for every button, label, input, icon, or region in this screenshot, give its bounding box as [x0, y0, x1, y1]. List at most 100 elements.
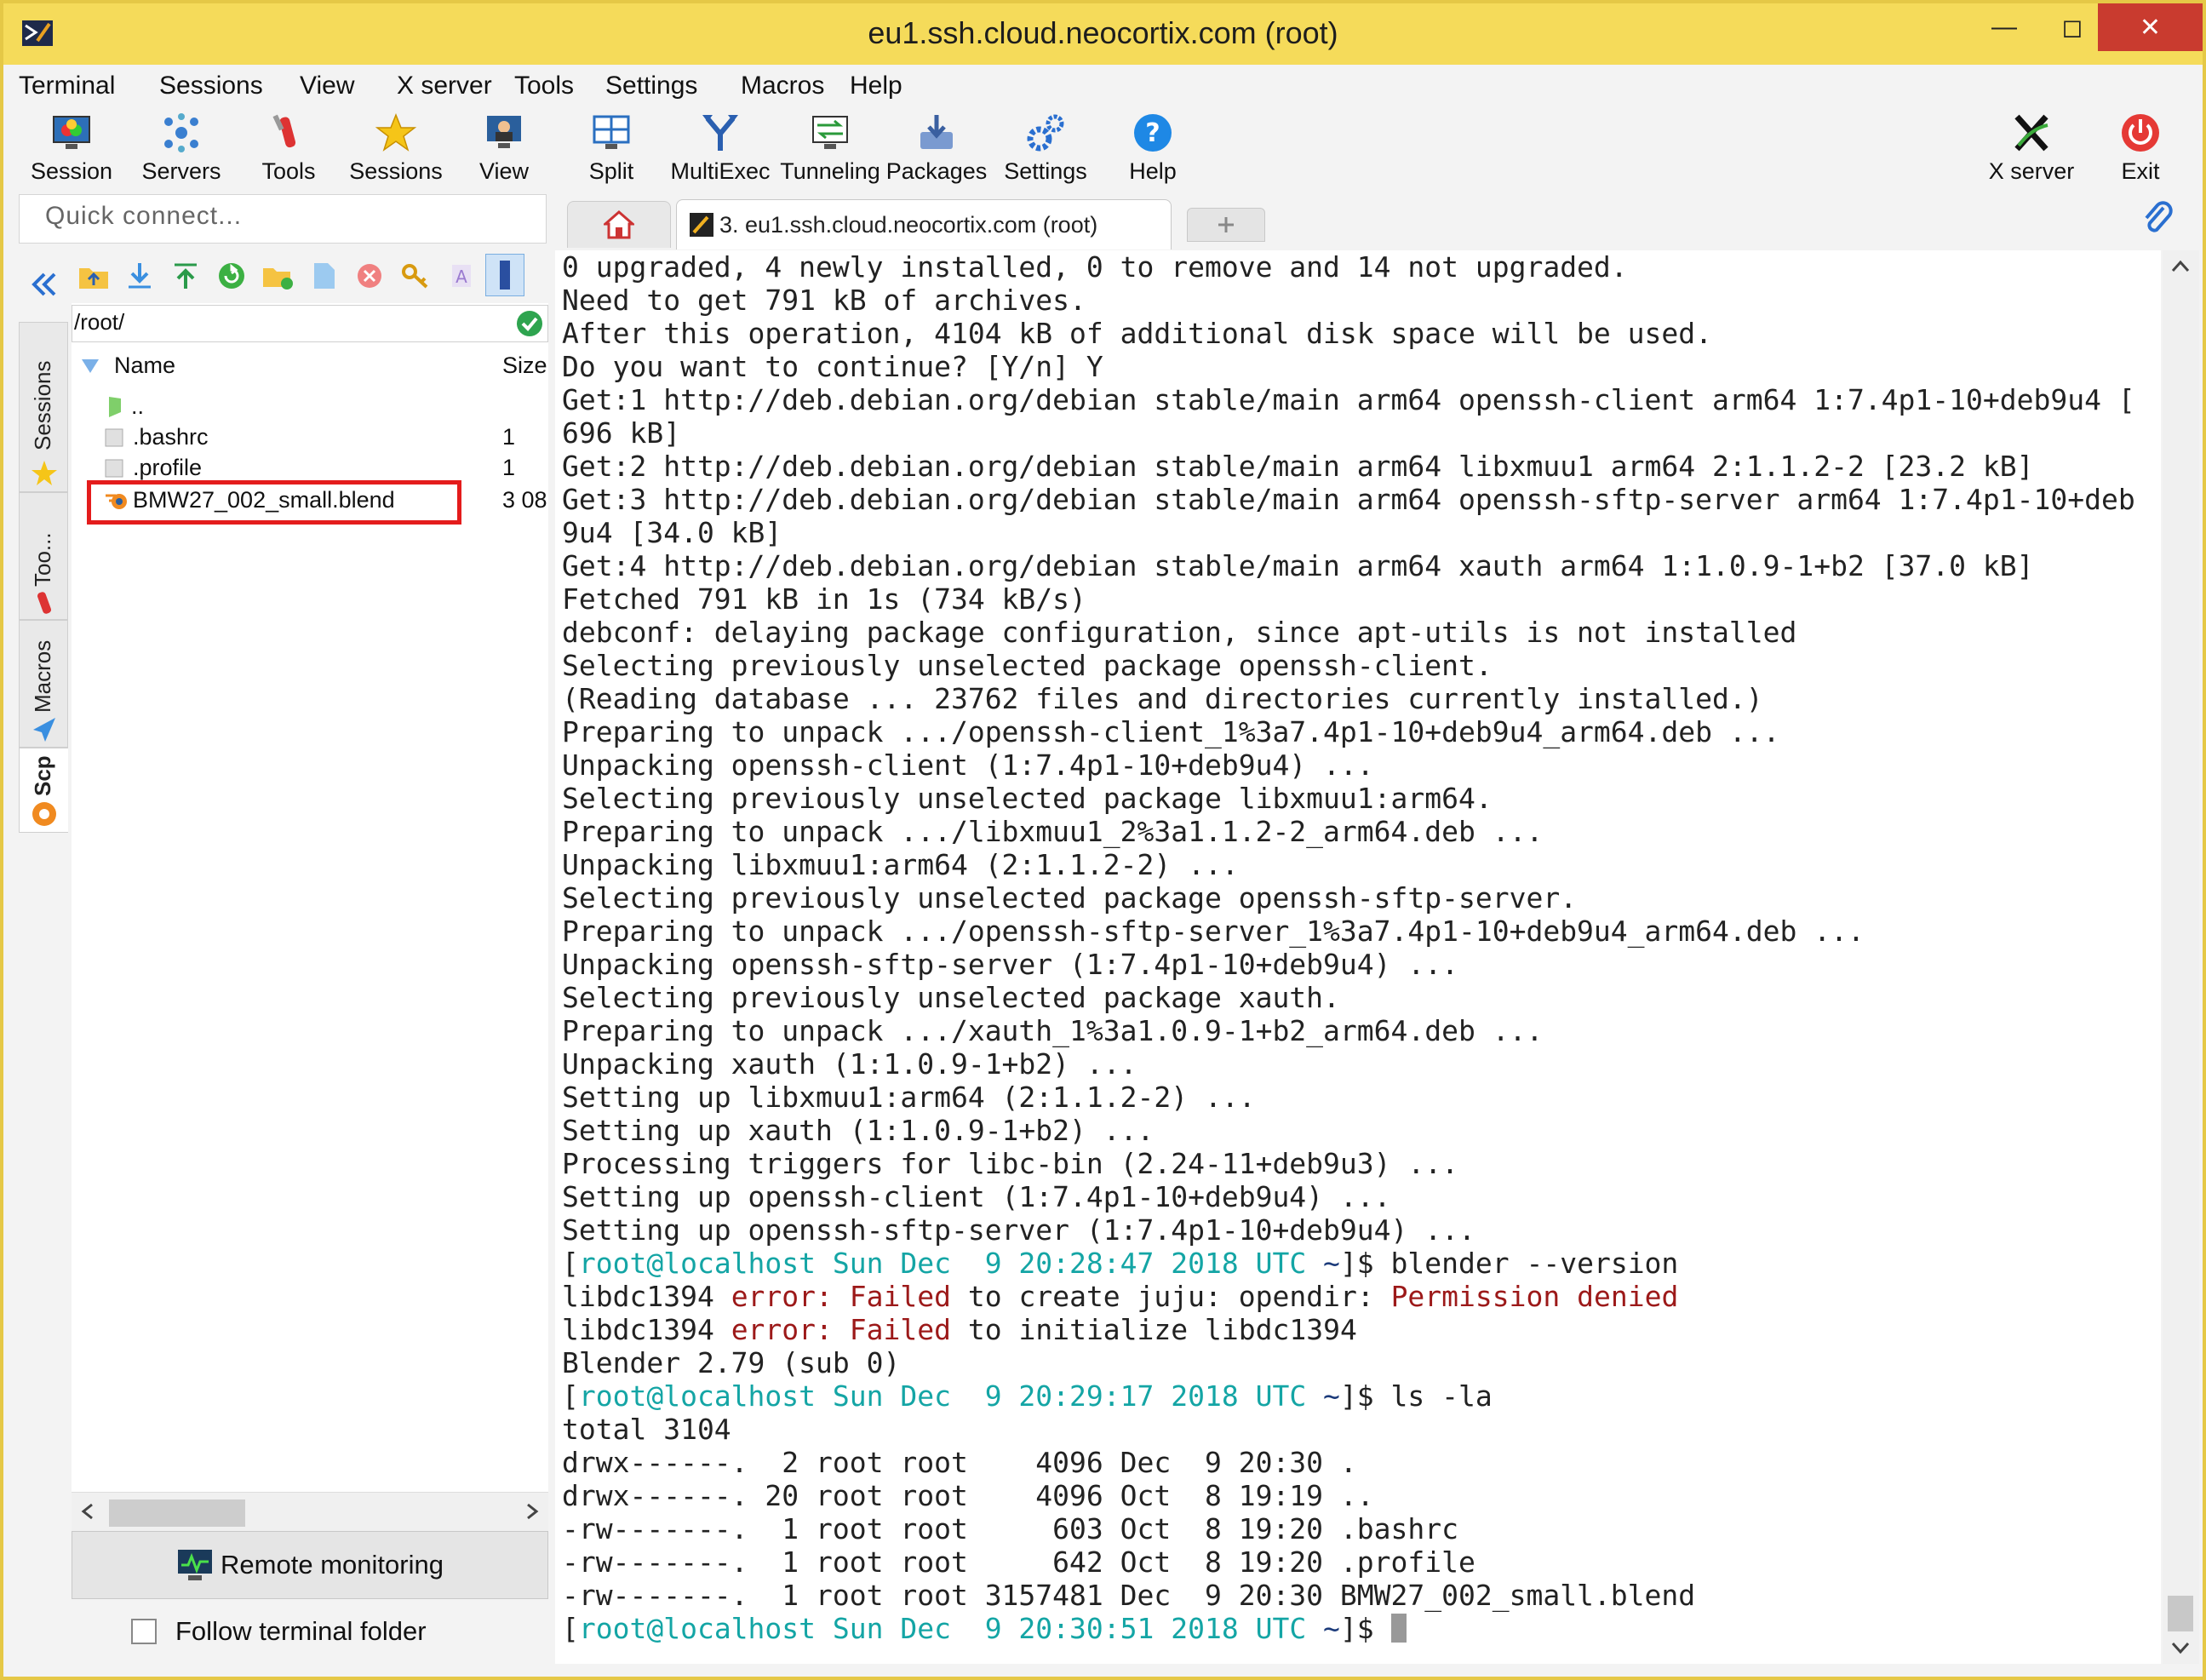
sidebar-tab-sessions[interactable]: Sessions [19, 322, 68, 492]
session-label: Session [30, 158, 113, 184]
terminal-line: [root@localhost Sun Dec 9 20:30:51 2018 … [562, 1612, 1407, 1645]
new-file-button[interactable] [305, 257, 342, 295]
file-row-profile[interactable]: .profile 1 [72, 453, 548, 484]
terminal-text: ]$ [1339, 1612, 1391, 1645]
menu-settings[interactable]: Settings [605, 72, 697, 100]
menu-help[interactable]: Help [850, 72, 902, 100]
settings-button[interactable]: Settings [1001, 106, 1090, 191]
maximize-button[interactable]: ◻ [2038, 3, 2106, 51]
sidebar-tab-macros[interactable]: Macros [19, 620, 68, 748]
file-row-parent[interactable]: .. [72, 392, 548, 422]
minimize-button[interactable]: — [1970, 3, 2038, 51]
terminal-line: 696 kB] [562, 416, 680, 450]
view-label: View [478, 158, 530, 184]
terminal-line: Setting up libxmuu1:arm64 (2:1.1.2-2) ..… [562, 1081, 1256, 1114]
horizontal-scrollbar[interactable] [72, 1492, 548, 1532]
terminal-text: Get:2 http://deb.debian.org/debian stabl… [562, 450, 2034, 483]
parent-folder-button[interactable] [75, 257, 112, 295]
column-size[interactable]: Size [502, 353, 547, 379]
permissions-button[interactable] [397, 257, 434, 295]
packages-button[interactable]: Packages [886, 106, 987, 191]
paperclip-icon[interactable] [2136, 198, 2177, 238]
text-file-icon [105, 459, 123, 478]
terminal-navy-text: ~ [1306, 1379, 1340, 1413]
help-button[interactable]: ? Help [1119, 106, 1187, 191]
file-name: .profile [133, 455, 203, 480]
terminal-text: drwx------. 20 root root 4096 Oct 8 19:1… [562, 1479, 1374, 1512]
tab-ssh-session[interactable]: 3. eu1.ssh.cloud.neocortix.com (root) [676, 199, 1172, 249]
terminal-text: -rw-------. 1 root root 603 Oct 8 19:20 … [562, 1512, 1458, 1545]
file-size: 1 [502, 455, 516, 480]
upload-button[interactable] [167, 257, 204, 295]
macros-arrow-icon [33, 718, 55, 742]
terminal-line: Unpacking openssh-client (1:7.4p1-10+deb… [562, 748, 1374, 782]
terminal-line: 0 upgraded, 4 newly installed, 0 to remo… [562, 250, 1628, 284]
download-button[interactable] [121, 257, 158, 295]
terminal-text: to initialize libdc1394 [951, 1313, 1357, 1346]
terminal-navy-text: ~ [1306, 1247, 1340, 1280]
rename-button[interactable]: A [443, 257, 480, 295]
multiexec-button[interactable]: MultiExec [668, 106, 773, 191]
scroll-right-icon[interactable] [521, 1501, 541, 1522]
refresh-button[interactable] [213, 257, 250, 295]
home-tab[interactable] [567, 201, 671, 248]
x-server-button[interactable]: X server [1980, 106, 2083, 191]
close-window-button[interactable]: ✕ [2098, 3, 2203, 51]
scroll-down-icon[interactable] [2169, 1638, 2192, 1657]
file-name: .. [131, 393, 145, 419]
sidebar-tab-tools[interactable]: Too... [19, 492, 68, 620]
terminal-text: -rw-------. 1 root root 642 Oct 8 19:20 … [562, 1545, 1475, 1579]
new-folder-button[interactable] [259, 257, 296, 295]
tools-knife-icon [265, 109, 312, 157]
terminal-navy-text: ~ [1306, 1612, 1340, 1645]
terminal-line: Need to get 791 kB of archives. [562, 284, 1086, 317]
terminal-scroll-thumb[interactable] [2168, 1596, 2193, 1631]
terminal-teal-text: root@localhost Sun Dec 9 20:30:51 2018 U… [578, 1612, 1307, 1645]
toggle-hidden-button[interactable] [485, 254, 524, 296]
terminal-text: Preparing to unpack .../openssh-client_1… [562, 715, 1780, 748]
sidebar-tab-scp[interactable]: Scp [19, 748, 68, 833]
x-server-label: X server [1988, 158, 2075, 184]
horizontal-scroll-thumb[interactable] [109, 1499, 245, 1527]
menu-macros[interactable]: Macros [741, 72, 824, 100]
sessions-button[interactable]: Sessions [347, 106, 444, 191]
servers-button[interactable]: Servers [135, 106, 228, 191]
exit-label: Exit [2121, 158, 2160, 184]
split-button[interactable]: Split [576, 106, 647, 191]
terminal-text: debconf: delaying package configuration,… [562, 616, 1797, 649]
follow-terminal-folder-row[interactable]: Follow terminal folder [72, 1599, 548, 1664]
title-bar[interactable]: eu1.ssh.cloud.neocortix.com (root) — ◻ ✕ [3, 3, 2203, 65]
menu-x-server[interactable]: X server [397, 72, 492, 100]
exit-button[interactable]: Exit [2108, 106, 2173, 191]
menu-view[interactable]: View [300, 72, 354, 100]
terminal-text: Preparing to unpack .../xauth_1%3a1.0.9-… [562, 1014, 1544, 1047]
remote-monitoring-button[interactable]: Remote monitoring [72, 1531, 548, 1599]
scroll-up-icon[interactable] [2169, 257, 2192, 276]
session-button[interactable]: Session [27, 106, 116, 191]
view-button[interactable]: View [468, 106, 540, 191]
file-row-bashrc[interactable]: .bashrc 1 [72, 422, 548, 453]
tunneling-button[interactable]: Tunneling [775, 106, 885, 191]
terminal-output[interactable]: 0 upgraded, 4 newly installed, 0 to remo… [555, 250, 2161, 1664]
menu-terminal[interactable]: Terminal [19, 72, 115, 100]
quick-connect-input[interactable]: Quick connect... [19, 194, 547, 244]
terminal-line: Get:3 http://deb.debian.org/debian stabl… [562, 483, 2135, 516]
terminal-text: [ [562, 1612, 579, 1645]
tools-button[interactable]: Tools [250, 106, 327, 191]
monitor-session-icon [48, 109, 95, 157]
delete-button[interactable] [351, 257, 388, 295]
scroll-left-icon[interactable] [78, 1501, 99, 1522]
collapse-sidebar-icon[interactable] [27, 267, 61, 301]
column-name[interactable]: Name [114, 353, 175, 379]
new-tab-button[interactable] [1187, 208, 1265, 242]
terminal-line: Do you want to continue? [Y/n] Y [562, 350, 1103, 383]
menu-tools[interactable]: Tools [514, 72, 574, 100]
current-path-input[interactable]: /root/ [72, 305, 548, 342]
terminal-line: Setting up openssh-sftp-server (1:7.4p1-… [562, 1213, 1475, 1247]
terminal-scrollbar[interactable] [2163, 250, 2199, 1664]
path-ok-check-icon[interactable] [515, 309, 544, 338]
follow-terminal-checkbox[interactable] [131, 1619, 157, 1644]
terminal-line: drwx------. 20 root root 4096 Oct 8 19:1… [562, 1479, 1374, 1512]
menu-sessions[interactable]: Sessions [159, 72, 263, 100]
settings-label: Settings [1004, 158, 1087, 184]
